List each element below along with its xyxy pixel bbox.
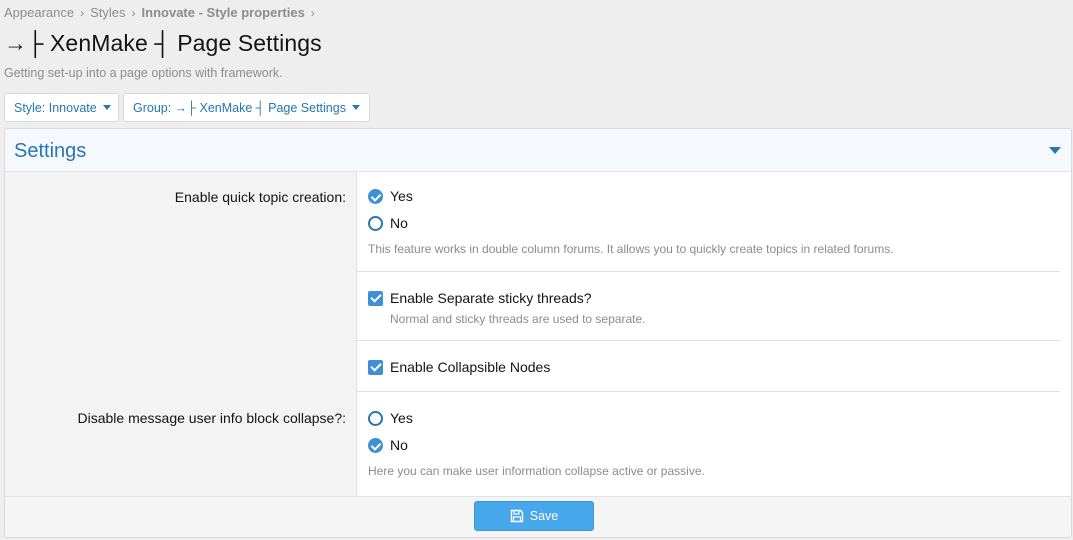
page-description: Getting set-up into a page options with … (4, 66, 283, 80)
save-button[interactable]: Save (474, 501, 594, 531)
style-filter-button[interactable]: Style: Innovate (4, 93, 119, 122)
group-filter-label: Group: →├ XenMake ┤ Page Settings (133, 100, 346, 115)
sticky-threads-label: Enable Separate sticky threads? (390, 290, 592, 306)
quick-topic-hint: This feature works in double column foru… (368, 242, 894, 256)
save-button-label: Save (529, 509, 559, 523)
quick-topic-label: Enable quick topic creation: (174, 189, 346, 205)
breadcrumb-separator: › (80, 5, 85, 20)
label-column: Enable quick topic creation: Disable mes… (5, 172, 357, 496)
checkbox-checked-icon (368, 359, 383, 375)
style-filter-label: Style: Innovate (14, 100, 97, 115)
breadcrumb-separator: › (131, 5, 136, 20)
row-divider (357, 391, 1060, 392)
quick-topic-yes-radio[interactable]: Yes (368, 188, 413, 204)
user-info-collapse-no-radio[interactable]: No (368, 437, 408, 453)
user-info-collapse-hint: Here you can make user information colla… (368, 464, 705, 478)
user-info-collapse-no-label: No (390, 437, 408, 453)
page-title: →├ XenMake ┤ Page Settings (4, 30, 322, 56)
radio-unchecked-icon (368, 410, 383, 426)
sticky-threads-checkbox[interactable]: Enable Separate sticky threads? (368, 290, 592, 306)
breadcrumb: Appearance › Styles › Innovate - Style p… (4, 5, 321, 20)
radio-unchecked-icon (368, 215, 383, 231)
settings-title: Settings (14, 140, 87, 162)
radio-checked-icon (368, 437, 383, 453)
collapsible-nodes-label: Enable Collapsible Nodes (390, 359, 551, 375)
caret-down-icon (102, 105, 111, 110)
settings-block: Settings Enable quick topic creation: Di… (4, 128, 1072, 538)
settings-header[interactable]: Settings (5, 129, 1071, 172)
row-divider (357, 340, 1060, 341)
user-info-collapse-yes-label: Yes (390, 410, 413, 426)
user-info-collapse-yes-radio[interactable]: Yes (368, 410, 413, 426)
breadcrumb-appearance[interactable]: Appearance (4, 5, 74, 20)
group-filter-button[interactable]: Group: →├ XenMake ┤ Page Settings (123, 93, 370, 122)
quick-topic-no-radio[interactable]: No (368, 215, 408, 231)
breadcrumb-separator: › (310, 5, 315, 20)
sticky-threads-hint: Normal and sticky threads are used to se… (390, 312, 646, 326)
quick-topic-no-label: No (390, 215, 408, 231)
checkbox-checked-icon (368, 290, 383, 306)
user-info-collapse-label: Disable message user info block collapse… (77, 410, 346, 426)
breadcrumb-styles[interactable]: Styles (90, 5, 125, 20)
save-icon (510, 509, 523, 523)
chevron-down-icon[interactable] (1049, 147, 1061, 154)
caret-down-icon (351, 105, 360, 110)
quick-topic-yes-label: Yes (390, 188, 413, 204)
breadcrumb-style-properties[interactable]: Innovate - Style properties (142, 5, 305, 20)
row-divider (357, 271, 1060, 272)
collapsible-nodes-checkbox[interactable]: Enable Collapsible Nodes (368, 359, 550, 375)
radio-checked-icon (368, 188, 383, 204)
form-footer: Save (5, 496, 1071, 537)
